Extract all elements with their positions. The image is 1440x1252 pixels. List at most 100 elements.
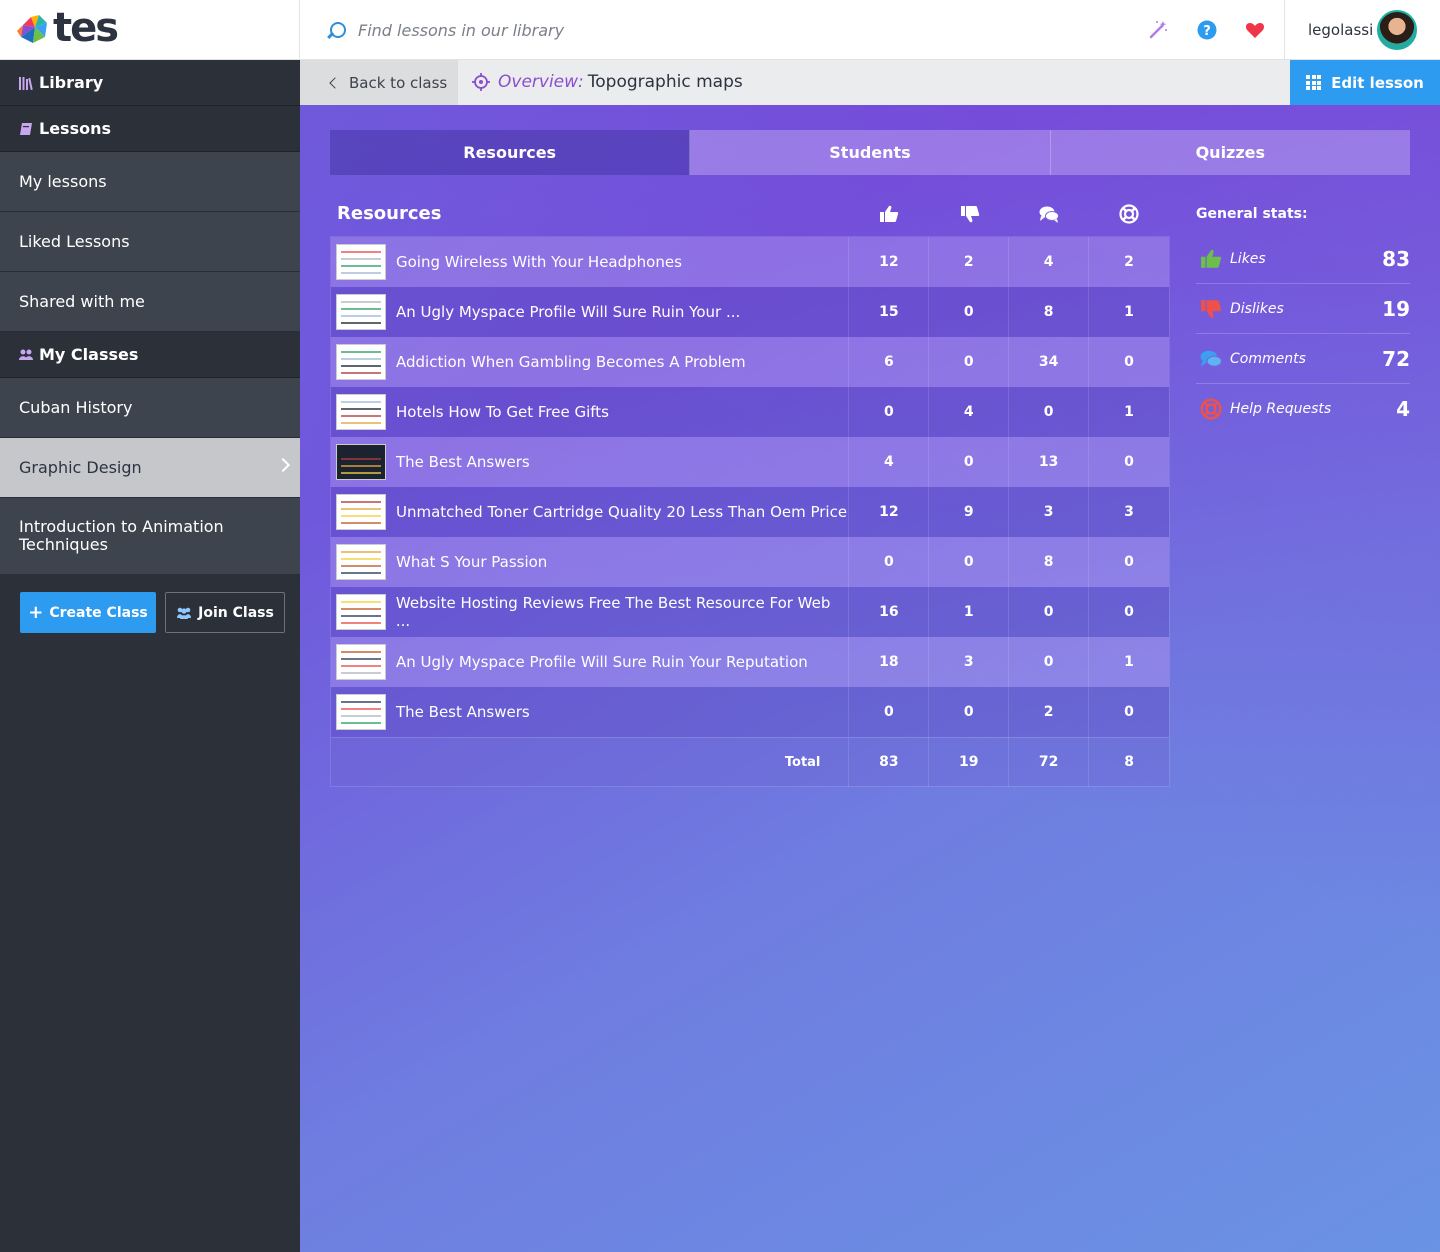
resource-name-cell[interactable]: What S Your Passion [331,537,850,587]
resource-comments-count: 3 [1009,487,1090,537]
tab-quizzes[interactable]: Quizzes [1050,130,1410,175]
sidebar-item-intro-animation[interactable]: Introduction to Animation Techniques [0,498,300,575]
resource-dislikes-count: 0 [929,337,1010,387]
lifebuoy-icon [1200,398,1222,420]
avatar[interactable] [1377,10,1417,50]
resource-help-count: 0 [1124,604,1134,620]
table-row[interactable]: Addiction When Gambling Becomes A Proble… [331,337,1169,387]
sidebar-lessons-label: Lessons [39,119,111,138]
sidebar-item-shared-with-me[interactable]: Shared with me [0,272,300,332]
sidebar-actions: + Create Class Join Class [20,592,285,633]
table-row[interactable]: The Best Answers 4 0 13 0 [331,437,1169,487]
resource-thumbnail [336,544,386,580]
logo-area[interactable]: tes [0,0,300,60]
resource-name: Unmatched Toner Cartridge Quality 20 Les… [396,503,848,521]
chevron-right-icon [275,457,291,473]
total-label: Total [331,737,850,787]
resource-dislikes-count: 0 [929,287,1010,337]
sidebar-item-liked-lessons[interactable]: Liked Lessons [0,212,300,272]
sidebar-my-classes-label: My Classes [39,345,139,364]
resource-name-cell[interactable]: An Ugly Myspace Profile Will Sure Ruin Y… [331,637,850,687]
lifebuoy-icon [1119,204,1139,224]
resource-name-cell[interactable]: An Ugly Myspace Profile Will Sure Ruin Y… [331,287,850,337]
stat-comments-value: 72 [1382,346,1410,371]
table-row[interactable]: Website Hosting Reviews Free The Best Re… [331,587,1169,637]
resource-help-count: 3 [1124,504,1134,520]
stat-dislikes-value: 19 [1382,296,1410,321]
resource-comments-count: 4 [1009,237,1090,287]
create-class-button[interactable]: + Create Class [20,592,156,633]
resource-name-cell[interactable]: Website Hosting Reviews Free The Best Re… [331,587,850,637]
sidebar-lessons[interactable]: Lessons [0,106,300,152]
resource-likes-count: 0 [849,537,930,587]
grid-icon [1306,75,1322,90]
total-dislikes: 19 [929,737,1010,787]
tes-logo-icon [17,15,47,43]
sidebar-item-cuban-history[interactable]: Cuban History [0,378,300,438]
heart-icon[interactable] [1245,20,1265,40]
tab-resources[interactable]: Resources [330,130,691,175]
resource-dislikes-count: 3 [929,637,1010,687]
table-row[interactable]: An Ugly Myspace Profile Will Sure Ruin Y… [331,637,1169,687]
resource-help-count: 1 [1124,404,1134,420]
resource-name-cell[interactable]: Going Wireless With Your Headphones [331,237,850,287]
tab-students[interactable]: Students [690,130,1051,175]
table-row[interactable]: The Best Answers 0 0 2 0 [331,687,1169,737]
resource-comments-count: 8 [1009,537,1090,587]
resource-dislikes-count: 0 [929,537,1010,587]
search-input[interactable] [358,18,958,42]
users-icon [177,607,192,619]
resource-name: The Best Answers [396,703,530,721]
resource-thumbnail [336,644,386,680]
stat-help-requests-value: 4 [1396,397,1410,421]
resource-likes-count: 4 [849,437,930,487]
plus-icon: + [28,601,44,623]
thumbs-up-icon [880,205,899,222]
resource-likes-count: 6 [849,337,930,387]
sidebar-item-graphic-design[interactable]: Graphic Design [0,438,300,498]
table-row[interactable]: Unmatched Toner Cartridge Quality 20 Les… [331,487,1169,537]
resource-likes-count: 15 [849,287,930,337]
resources-table: Going Wireless With Your Headphones 12 2 4 2… [330,236,1170,787]
general-stats-panel: General stats: Likes 83 Dislikes 19 Comm [1196,206,1410,434]
table-row[interactable]: An Ugly Myspace Profile Will Sure Ruin Y… [331,287,1169,337]
help-icon[interactable]: ? [1197,20,1217,40]
back-to-class-button[interactable]: Back to class [300,60,458,105]
resource-name-cell[interactable]: The Best Answers [331,437,850,487]
resource-thumbnail [336,694,386,730]
resource-comments-count: 34 [1009,337,1090,387]
resource-name-cell[interactable]: Unmatched Toner Cartridge Quality 20 Les… [331,487,850,537]
chevron-left-icon [329,76,341,89]
total-help: 8 [1124,754,1134,770]
resource-help-count: 0 [1124,354,1134,370]
thumbs-down-icon [1201,299,1222,318]
resource-name-cell[interactable]: Hotels How To Get Free Gifts [331,387,850,437]
resource-name: Hotels How To Get Free Gifts [396,403,609,421]
join-class-button[interactable]: Join Class [165,592,285,633]
edit-lesson-button[interactable]: Edit lesson [1290,60,1440,105]
sidebar-library[interactable]: Library [0,60,300,106]
table-row[interactable]: What S Your Passion 0 0 8 0 [331,537,1169,587]
resource-thumbnail [336,594,386,630]
resource-name: An Ugly Myspace Profile Will Sure Ruin Y… [396,303,741,321]
resource-likes-count: 16 [849,587,930,637]
resource-dislikes-count: 9 [929,487,1010,537]
resource-name: An Ugly Myspace Profile Will Sure Ruin Y… [396,653,808,671]
magic-wand-icon[interactable] [1148,20,1168,40]
resource-likes-count: 0 [849,687,930,737]
resource-dislikes-count: 4 [929,387,1010,437]
sidebar-item-my-lessons[interactable]: My lessons [0,152,300,212]
table-row[interactable]: Going Wireless With Your Headphones 12 2 4 2 [331,237,1169,287]
total-comments: 72 [1009,737,1090,787]
resource-name-cell[interactable]: The Best Answers [331,687,850,737]
user-menu[interactable]: legolassi [1284,0,1440,60]
search-bar [300,0,1120,60]
sidebar-my-classes[interactable]: My Classes [0,332,300,378]
resource-name-cell[interactable]: Addiction When Gambling Becomes A Proble… [331,337,850,387]
username: legolassi [1308,21,1374,39]
resource-comments-count: 0 [1009,637,1090,687]
resource-help-count: 1 [1124,304,1134,320]
table-row[interactable]: Hotels How To Get Free Gifts 0 4 0 1 [331,387,1169,437]
stat-dislikes: Dislikes 19 [1196,284,1410,334]
resource-likes-count: 12 [849,237,930,287]
